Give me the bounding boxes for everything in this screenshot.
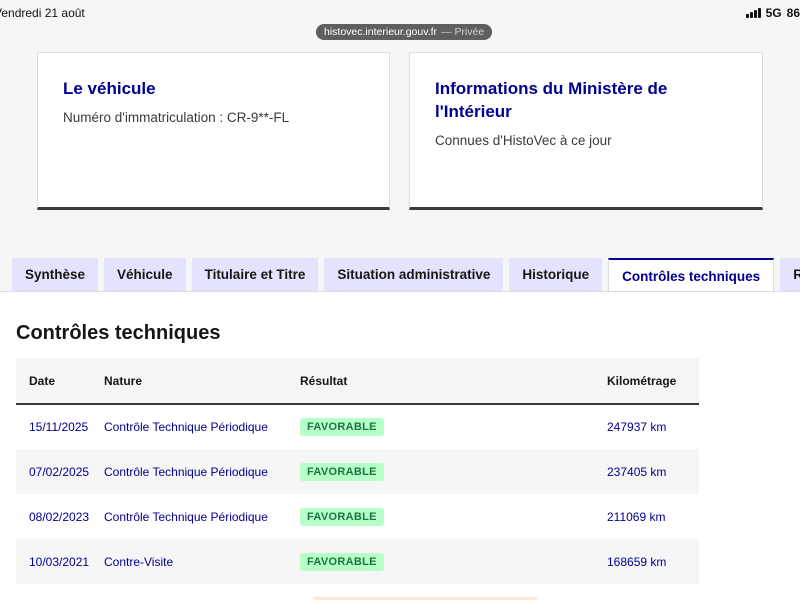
inspections-table: Date Nature Résultat Kilométrage 15/11/2… — [16, 358, 699, 584]
result-badge: FAVORABLE — [300, 462, 384, 481]
row-result-cell: FAVORABLE — [300, 539, 607, 584]
ministry-card-text: Connues d'HistoVec à ce jour — [435, 133, 612, 148]
private-label: — Privée — [441, 26, 485, 38]
result-badge: FAVORABLE — [300, 552, 384, 571]
row-mileage: 211069 km — [607, 509, 666, 524]
table-row: 07/02/2025 Contrôle Technique Périodique… — [16, 449, 699, 494]
header-result: Résultat — [300, 373, 348, 388]
header-nature: Nature — [104, 373, 143, 388]
table-header-row: Date Nature Résultat Kilométrage — [16, 358, 699, 404]
table-row: 08/02/2023 Contrôle Technique Périodique… — [16, 494, 699, 539]
tab-vehicule[interactable]: Véhicule — [104, 258, 186, 291]
table-row: 15/11/2025 Contrôle Technique Périodique… — [16, 404, 699, 449]
row-result-cell: FAVORABLE — [300, 449, 607, 494]
row-nature: Contrôle Technique Périodique — [104, 464, 268, 479]
status-bar: Vendredi 21 août 5G 86 — [0, 0, 800, 24]
tab-situation-administrative[interactable]: Situation administrative — [324, 258, 504, 291]
vehicle-card-title: Le véhicule — [63, 79, 156, 98]
tab-historique[interactable]: Historique — [509, 258, 603, 291]
network-label: 5G — [765, 6, 782, 20]
status-date: Vendredi 21 août — [0, 6, 85, 20]
row-result-cell: FAVORABLE — [300, 494, 607, 539]
tab-controles-techniques[interactable]: Contrôles techniques — [608, 258, 775, 292]
table-row: 10/03/2021 Contre-Visite FAVORABLE 16865… — [16, 539, 699, 584]
row-result-cell: FAVORABLE — [300, 404, 607, 449]
signal-icon — [745, 8, 761, 18]
row-nature: Contrôle Technique Périodique — [104, 509, 268, 524]
result-badge: FAVORABLE — [300, 507, 384, 526]
row-mileage: 247937 km — [607, 420, 667, 434]
header-mileage: Kilométrage — [607, 373, 677, 388]
result-badge: FAVORABLE — [300, 418, 384, 436]
url-text: histovec.interieur.gouv.fr — [324, 26, 438, 38]
ministry-card: Informations du Ministère de l'Intérieur… — [409, 52, 763, 210]
vehicle-card: Le véhicule Numéro d'immatriculation : C… — [37, 52, 390, 210]
row-mileage: 237405 km — [607, 464, 667, 479]
row-date: 08/02/2023 — [29, 509, 90, 524]
registration-number: Numéro d'immatriculation : CR-9**-FL — [63, 110, 290, 125]
row-date: 10/03/2021 — [29, 554, 90, 569]
tab-rapport[interactable]: Rapport — [780, 258, 800, 291]
row-mileage: 168659 km — [607, 554, 667, 569]
tab-synthese[interactable]: Synthèse — [12, 258, 99, 291]
page: Vendredi 21 août 5G 86 histovec.interieu… — [0, 0, 800, 600]
row-nature: Contrôle Technique Périodique — [104, 420, 268, 434]
address-bar[interactable]: histovec.interieur.gouv.fr — Privée — [316, 24, 493, 40]
tab-list: Synthèse Véhicule Titulaire et Titre Sit… — [12, 258, 800, 292]
status-indicators: 5G 86 — [745, 6, 800, 20]
panel-title: Contrôles techniques — [16, 322, 221, 344]
tab-panel: Contrôles techniques Date Nature Résulta… — [0, 291, 800, 600]
header-date: Date — [29, 373, 56, 388]
row-date: 07/02/2025 — [29, 464, 90, 479]
battery-level: 86 — [786, 6, 800, 20]
tab-titulaire[interactable]: Titulaire et Titre — [191, 258, 319, 291]
row-date: 15/11/2025 — [29, 420, 89, 434]
ministry-card-title: Informations du Ministère de l'Intérieur — [435, 79, 668, 121]
row-nature: Contre-Visite — [104, 554, 174, 569]
